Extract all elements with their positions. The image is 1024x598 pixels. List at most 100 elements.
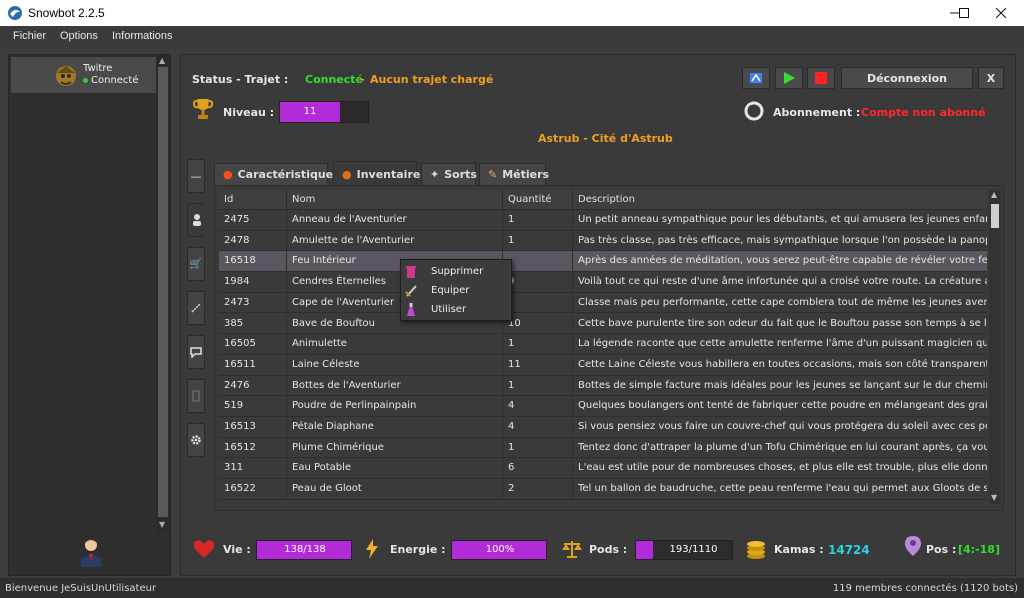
side-tab-character[interactable]	[187, 203, 205, 237]
tab-sorts[interactable]: ✦ Sorts	[421, 163, 477, 185]
table-body: 2475 Anneau de l'Aventurier 1 Un petit anne…	[219, 210, 987, 504]
kamas-coins-icon	[747, 541, 765, 559]
context-menu: Supprimer Equiper Utiliser	[400, 259, 512, 321]
inventory-table: Id Nom Quantité Description 2475 Anneau d…	[214, 185, 1004, 511]
cell-id: 1984	[219, 272, 287, 292]
chat-icon	[190, 346, 202, 358]
map-editor-button[interactable]	[742, 67, 770, 89]
context-menu-utiliser-label: Utiliser	[431, 304, 467, 315]
maximize-icon	[959, 8, 969, 18]
hammer-icon: ✎	[488, 168, 498, 181]
cell-description: Quelques boulangers ont tenté de fabriqu…	[578, 400, 987, 412]
tab-metiers[interactable]: ✎ Métiers	[479, 163, 549, 185]
account-status: Connecté	[83, 75, 139, 86]
scroll-down-icon[interactable]: ▼	[991, 493, 997, 502]
account-name: Twitre	[83, 63, 113, 74]
stop-button[interactable]	[807, 67, 835, 89]
tab-caracteristiques[interactable]: ● Caractéristiques	[214, 163, 340, 185]
cart-icon: 🛒	[189, 258, 203, 270]
cell-description: Un petit anneau sympathique pour les déb…	[578, 214, 987, 225]
column-header-description[interactable]: Description	[573, 190, 987, 210]
level-value: 11	[303, 106, 317, 117]
column-header-quantite[interactable]: Quantité	[503, 190, 573, 210]
wand-icon: ✦	[430, 168, 440, 181]
side-tab-settings[interactable]	[187, 423, 205, 457]
cell-id: 2478	[219, 230, 287, 251]
menu-fichier[interactable]: Fichier	[13, 30, 46, 42]
cell-id: 311	[219, 458, 287, 479]
cell-description: Voilà tout ce qui reste d'une âme infort…	[578, 276, 987, 288]
table-row[interactable]: 2475 Anneau de l'Aventurier 1 Un petit anne…	[219, 210, 987, 231]
table-row[interactable]: 2478 Amulette de l'Aventurier 1 Pas très cl…	[219, 230, 987, 252]
table-row[interactable]: 519 Poudre de Perlinpainpain 4 Quelques bou…	[219, 396, 987, 417]
close-window-button[interactable]	[978, 0, 1024, 26]
side-tab-minimize[interactable]: —	[187, 159, 205, 193]
level-label: Niveau :	[223, 106, 275, 119]
cell-id: 519	[219, 396, 287, 416]
trophy-icon	[193, 99, 213, 119]
cell-quantite: 4	[503, 396, 573, 416]
close-icon	[996, 8, 1006, 18]
close-account-button[interactable]: X	[978, 67, 1004, 89]
table-row[interactable]: 385 Bave de Bouftou 10 Cette bave purulente…	[219, 313, 987, 335]
table-row[interactable]: 2476 Bottes de l'Aventurier 1 Bottes de sim…	[219, 375, 987, 397]
kamas-value: 14724	[828, 543, 870, 557]
table-row[interactable]: 16518 Feu Intérieur Après des années de mé…	[219, 251, 987, 273]
menu-informations[interactable]: Informations	[112, 30, 173, 42]
scroll-thumb[interactable]	[158, 67, 168, 517]
scroll-up-icon[interactable]: ▲	[991, 190, 997, 199]
side-tab-path[interactable]	[187, 291, 205, 325]
pods-bar: 193/1110	[635, 540, 733, 560]
character-avatar-icon	[56, 66, 76, 86]
energie-value: 100%	[485, 544, 515, 555]
menu-options[interactable]: Options	[60, 30, 98, 42]
table-row[interactable]: 16505 Animulette 1 La légende raconte que c…	[219, 334, 987, 355]
user-profile-icon[interactable]	[79, 537, 103, 567]
table-row[interactable]: 2473 Cape de l'Aventurier Classe mais peu …	[219, 292, 987, 314]
column-header-id[interactable]: Id	[219, 190, 287, 210]
table-row[interactable]: 16511 Laine Céleste 11 Cette Laine Céleste …	[219, 354, 987, 376]
cell-nom: Anneau de l'Aventurier	[287, 210, 503, 230]
context-menu-utiliser[interactable]: Utiliser	[401, 300, 511, 319]
lightning-icon	[366, 539, 378, 559]
column-header-nom[interactable]: Nom	[287, 190, 503, 210]
context-menu-equiper[interactable]: Equiper	[401, 281, 511, 300]
pods-label: Pods :	[589, 543, 628, 556]
cell-description: Pas très classe, pas très efficace, mais…	[578, 234, 987, 246]
cell-quantite: 10	[503, 313, 573, 334]
pods-value: 193/1110	[669, 544, 718, 555]
cell-nom: Pétale Diaphane	[287, 417, 503, 437]
table-row[interactable]: 16522 Peau de Gloot 2 Tel un ballon de baud…	[219, 479, 987, 500]
sword-icon	[405, 285, 417, 297]
cell-nom: Peau de Gloot	[287, 479, 503, 499]
table-row[interactable]: 311 Eau Potable 6 L'eau est utile pour de n…	[219, 458, 987, 480]
members-online-text: 119 membres connectés (1120 bots)	[832, 583, 1018, 594]
tab-inventaire-label: Inventaire	[356, 168, 421, 181]
side-tab-shop[interactable]: 🛒	[187, 247, 205, 281]
table-row[interactable]: 16513 Pétale Diaphane 4 Si vous pensiez vou…	[219, 417, 987, 438]
account-item[interactable]: Twitre Connecté	[11, 57, 156, 93]
status-bar: Bienvenue JeSuisUnUtilisateur 119 membre…	[0, 578, 1024, 598]
window-title: Snowbot 2.2.5	[28, 6, 105, 20]
scroll-down-icon[interactable]: ▼	[159, 520, 167, 529]
table-scrollbar[interactable]: ▲ ▼	[989, 190, 1001, 504]
side-tab-disabled[interactable]	[187, 379, 205, 413]
scroll-up-icon[interactable]: ▲	[159, 56, 167, 65]
table-row[interactable]: 16512 Plume Chimérique 1 Tentez donc d'attr…	[219, 437, 987, 459]
disconnect-button[interactable]: Déconnexion	[841, 67, 973, 89]
tab-inventaire[interactable]: ● Inventaire	[333, 161, 420, 187]
cell-id: 16513	[219, 417, 287, 437]
cell-quantite	[503, 251, 573, 272]
side-tab-chat[interactable]	[187, 335, 205, 369]
cell-nom: Bottes de l'Aventurier	[287, 375, 503, 396]
heart-icon	[193, 540, 215, 558]
tab-sorts-label: Sorts	[444, 168, 477, 181]
title-bar: Snowbot 2.2.5	[0, 0, 1024, 26]
context-menu-supprimer[interactable]: Supprimer	[401, 262, 511, 281]
accounts-scrollbar[interactable]: ▲ ▼	[156, 55, 170, 533]
play-button[interactable]	[775, 67, 803, 89]
cell-nom: Poudre de Perlinpainpain	[287, 396, 503, 416]
table-scroll-thumb[interactable]	[991, 204, 999, 228]
table-row[interactable]: 1984Cendres Éternelles9Voilà tout ce qui…	[219, 272, 987, 293]
cell-id: 16512	[219, 437, 287, 458]
